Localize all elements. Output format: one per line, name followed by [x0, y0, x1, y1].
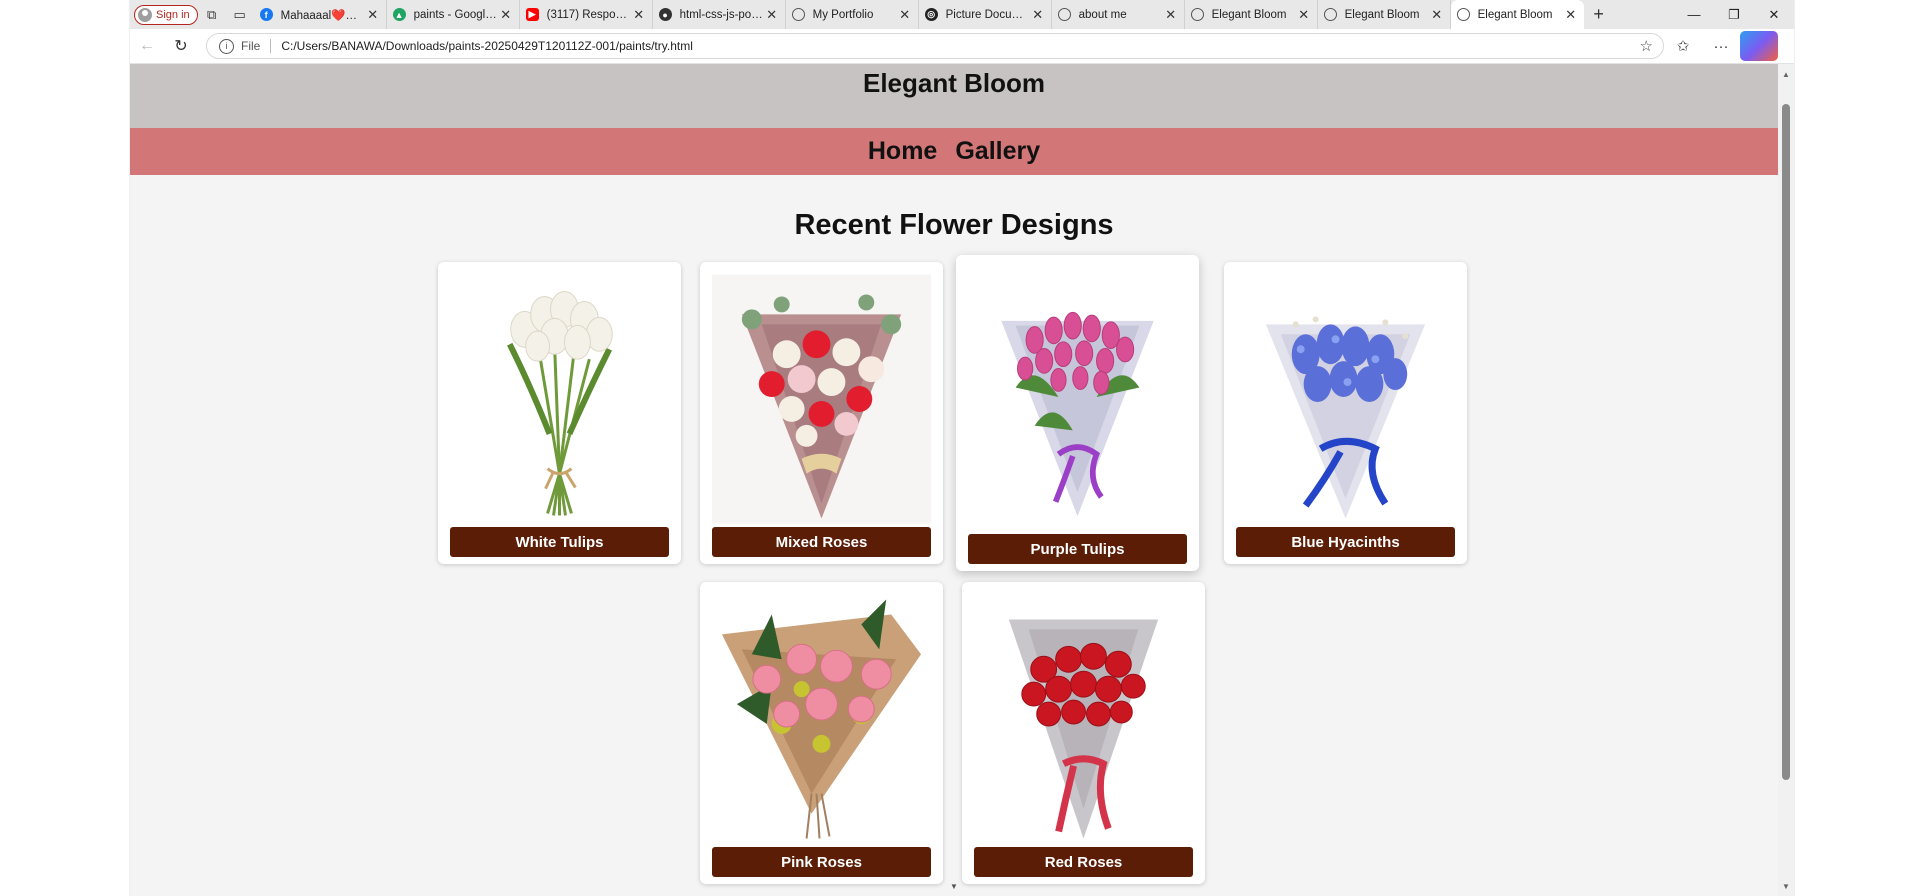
scheme-label: File [241, 39, 261, 53]
browser-tab[interactable]: f Mahaaaal❤️🎉 · ✕ [254, 0, 387, 29]
product-image [450, 274, 669, 524]
nav-link-home[interactable]: Home [868, 137, 937, 166]
product-card[interactable]: Purple Tulips [956, 255, 1199, 571]
close-tab-icon[interactable]: ✕ [1430, 7, 1444, 23]
globe-icon [1190, 8, 1204, 21]
more-options-icon[interactable]: ··· [1702, 31, 1740, 61]
tab-title: Elegant Bloom [1211, 8, 1287, 21]
favorites-icon[interactable]: ✩ [1664, 31, 1702, 61]
sign-in-label: Sign in [156, 8, 190, 21]
browser-tab-active[interactable]: Elegant Bloom ✕ [1450, 0, 1584, 29]
browser-tab[interactable]: ▲ paints - Google Drive ✕ [387, 0, 520, 29]
scroll-down-indicator-icon: ▼ [950, 882, 958, 891]
copilot-button[interactable] [1740, 31, 1778, 61]
product-card[interactable]: White Tulips [438, 262, 681, 564]
tab-title: about me [1078, 8, 1127, 21]
tab-title: Mahaaaal❤️🎉 · [280, 9, 366, 22]
refresh-icon[interactable]: ↻ [164, 31, 198, 61]
close-tab-icon[interactable]: ✕ [366, 7, 380, 23]
restore-icon[interactable]: ❐ [1714, 0, 1754, 29]
sign-in-button[interactable]: Sign in [134, 4, 198, 25]
close-tab-icon[interactable]: ✕ [499, 7, 513, 23]
close-tab-icon[interactable]: ✕ [1297, 7, 1311, 23]
browser-tab[interactable]: about me ✕ [1052, 0, 1185, 29]
close-tab-icon[interactable]: ✕ [1564, 7, 1578, 23]
address-bar[interactable]: i File C:/Users/BANAWA/Downloads/paints-… [206, 33, 1664, 59]
tab-title: (3117) Responsive [546, 8, 632, 21]
product-label[interactable]: Pink Roses [712, 847, 931, 877]
browser-tab[interactable]: ● html-css-js-portfolio ✕ [653, 0, 786, 29]
close-tab-icon[interactable]: ✕ [1164, 7, 1178, 23]
google-drive-icon: ▲ [392, 8, 406, 21]
youtube-icon: ▶ [525, 8, 539, 21]
product-label[interactable]: White Tulips [450, 527, 669, 557]
close-tab-icon[interactable]: ✕ [765, 7, 779, 23]
nav-link-gallery[interactable]: Gallery [955, 137, 1040, 166]
globe-icon [791, 8, 805, 21]
divider [270, 39, 272, 53]
github-icon: ● [658, 8, 672, 21]
close-tab-icon[interactable]: ✕ [632, 7, 646, 23]
tab-actions-icon[interactable]: ▭ [226, 3, 254, 27]
scroll-up-icon[interactable]: ▲ [1778, 66, 1794, 82]
product-label[interactable]: Mixed Roses [712, 527, 931, 557]
browser-tab[interactable]: My Portfolio ✕ [786, 0, 919, 29]
browser-toolbar: ← ↻ i File C:/Users/BANAWA/Downloads/pai… [130, 29, 1794, 64]
vertical-scrollbar[interactable]: ▲ ▼ [1778, 64, 1794, 896]
product-card[interactable]: Pink Roses [700, 582, 943, 884]
info-icon[interactable]: i [219, 38, 234, 54]
browser-window: Sign in ⧉ ▭ f Mahaaaal❤️🎉 · ✕ ▲ paints -… [130, 0, 1794, 896]
product-image [968, 267, 1187, 529]
close-window-icon[interactable]: ✕ [1754, 0, 1794, 29]
tab-title: paints - Google Drive [413, 8, 499, 21]
site-nav: Home Gallery [130, 128, 1778, 175]
globe-icon [1456, 8, 1470, 21]
tab-strip: Sign in ⧉ ▭ f Mahaaaal❤️🎉 · ✕ ▲ paints -… [130, 0, 1794, 29]
tab-title: Elegant Bloom [1344, 8, 1420, 21]
product-label[interactable]: Red Roses [974, 847, 1193, 877]
tab-title: Picture Document [945, 8, 1031, 21]
site-title: Elegant Bloom [862, 68, 1045, 98]
browser-tab[interactable]: Elegant Bloom ✕ [1185, 0, 1318, 29]
product-image [712, 594, 931, 844]
section-title: Recent Flower Designs [794, 209, 1114, 241]
back-icon[interactable]: ← [130, 31, 164, 61]
workspaces-icon[interactable]: ⧉ [198, 3, 226, 27]
page-viewport: Elegant Bloom Home Gallery Recent Flower… [130, 64, 1778, 896]
close-tab-icon[interactable]: ✕ [1031, 7, 1045, 23]
favorite-star-icon[interactable]: ☆ [1640, 37, 1653, 55]
copilot-icon [1740, 31, 1778, 61]
product-image [712, 274, 931, 524]
circle-logo-icon: ◎ [924, 8, 938, 21]
url-text[interactable]: C:/Users/BANAWA/Downloads/paints-2025042… [281, 39, 1639, 53]
browser-tab[interactable]: ▶ (3117) Responsive ✕ [520, 0, 653, 29]
tab-title: My Portfolio [812, 8, 874, 21]
tab-title: html-css-js-portfolio [679, 8, 765, 21]
product-image [974, 594, 1193, 844]
new-tab-button[interactable]: + [1584, 0, 1614, 29]
tab-title: Elegant Bloom [1477, 8, 1553, 21]
window-controls: — ❐ ✕ [1674, 0, 1794, 29]
product-card[interactable]: Blue Hyacinths [1224, 262, 1467, 564]
browser-tab[interactable]: Elegant Bloom ✕ [1318, 0, 1451, 29]
product-card[interactable]: Red Roses [962, 582, 1205, 884]
globe-icon [1057, 8, 1071, 21]
browser-tab[interactable]: ◎ Picture Document ✕ [919, 0, 1052, 29]
close-tab-icon[interactable]: ✕ [898, 7, 912, 23]
product-label[interactable]: Blue Hyacinths [1236, 527, 1455, 557]
scroll-down-icon[interactable]: ▼ [1778, 878, 1794, 894]
minimize-icon[interactable]: — [1674, 0, 1714, 29]
profile-avatar-icon [138, 7, 152, 22]
facebook-icon: f [259, 8, 273, 21]
site-header: Elegant Bloom [130, 64, 1778, 128]
toolbar-actions: ✩ ··· [1664, 31, 1778, 61]
product-image [1236, 274, 1455, 524]
scrollbar-thumb[interactable] [1782, 104, 1790, 780]
product-card[interactable]: Mixed Roses [700, 262, 943, 564]
product-label[interactable]: Purple Tulips [968, 534, 1187, 564]
globe-icon [1323, 8, 1337, 21]
